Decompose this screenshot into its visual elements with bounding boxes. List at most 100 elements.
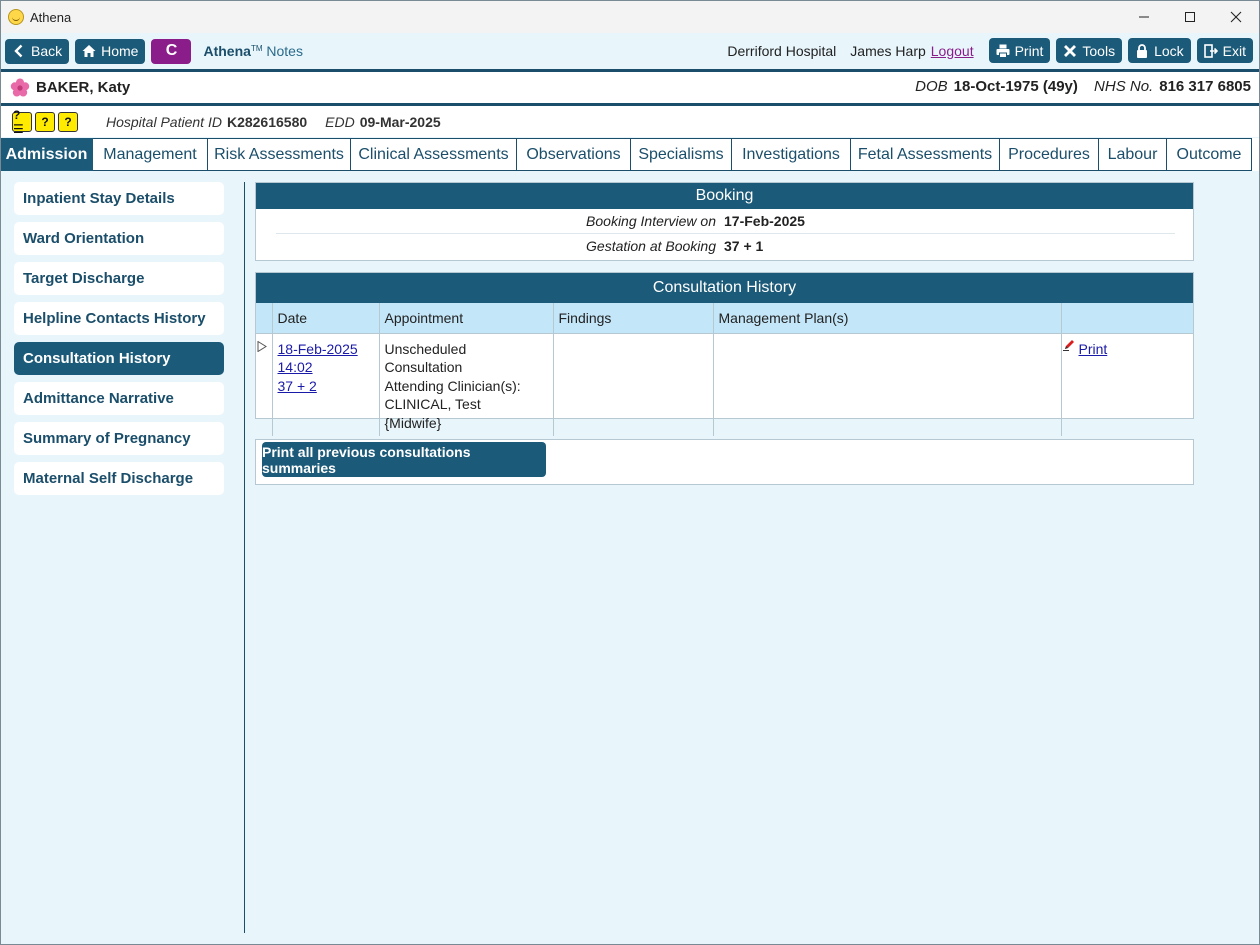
sidebar-item-target-discharge[interactable]: Target Discharge — [14, 262, 224, 295]
close-window-button[interactable] — [1213, 1, 1259, 33]
tab-procedures[interactable]: Procedures — [1000, 138, 1099, 171]
edd-label: EDD — [325, 113, 355, 130]
management-cell — [713, 332, 1062, 436]
findings-cell — [553, 332, 714, 436]
app-brand: AthenaTM Notes — [203, 43, 302, 59]
dob-value: 18-Oct-1975 (49y) — [953, 78, 1078, 95]
print-all-summaries-button[interactable]: Print all previous consultations summari… — [262, 442, 546, 477]
date-column-header: Date — [272, 303, 380, 333]
maximize-icon — [1185, 12, 1195, 22]
logout-link[interactable]: Logout — [931, 43, 974, 59]
appointment-column-header: Appointment — [379, 303, 554, 333]
sidebar-item-inpatient-stay-details[interactable]: Inpatient Stay Details — [14, 182, 224, 215]
sidebar-item-ward-orientation[interactable]: Ward Orientation — [14, 222, 224, 255]
nhs-value: 816 317 6805 — [1159, 78, 1251, 95]
title-bar: Athena — [1, 1, 1259, 33]
hospital-name: Derriford Hospital — [727, 42, 837, 59]
tab-admission[interactable]: Admission — [1, 138, 93, 171]
action-column-header — [1061, 303, 1193, 333]
consultation-header-row: Date Appointment Findings Management Pla… — [256, 303, 1193, 333]
consultation-gestation-link[interactable]: 37 + 2 — [278, 378, 317, 394]
alert-question-icon[interactable]: ? — [35, 111, 55, 132]
home-label: Home — [101, 43, 139, 59]
management-column-header: Management Plan(s) — [713, 303, 1062, 333]
flower-icon — [10, 78, 30, 96]
booking-interview-value: 17-Feb-2025 — [724, 213, 805, 229]
alert-list-icon[interactable]: ?☰ — [12, 108, 32, 136]
findings-column-header: Findings — [553, 303, 714, 333]
booking-gestation-value: 37 + 1 — [724, 238, 764, 254]
consultation-history-title: Consultation History — [256, 273, 1193, 303]
lock-icon — [1137, 43, 1148, 58]
print-consultation-link[interactable]: Print — [1079, 341, 1108, 357]
date-cell: 18-Feb-2025 14:02 37 + 2 — [257, 332, 380, 436]
close-icon — [1230, 11, 1242, 23]
action-cell: Print — [1061, 332, 1193, 436]
tab-labour[interactable]: Labour — [1099, 138, 1167, 171]
patient-banner: BAKER, Katy DOB 18-Oct-1975 (49y) NHS No.… — [1, 72, 1259, 103]
tab-fetal-assessments[interactable]: Fetal Assessments — [851, 138, 1000, 171]
maximize-button[interactable] — [1167, 1, 1213, 33]
booking-title: Booking — [256, 183, 1193, 209]
home-icon — [82, 45, 96, 57]
tab-specialisms[interactable]: Specialisms — [631, 138, 732, 171]
sidebar-item-summary-of-pregnancy[interactable]: Summary of Pregnancy — [14, 422, 224, 455]
nhs-label: NHS No. — [1094, 78, 1154, 95]
appointment-type: Unscheduled Consultation — [384, 340, 467, 376]
consultation-date-link[interactable]: 18-Feb-2025 — [278, 341, 358, 357]
top-toolbar: Back Home C AthenaTM Notes Derriford Hos… — [1, 33, 1259, 69]
printer-icon — [996, 44, 1010, 58]
chevron-left-icon — [14, 44, 23, 58]
print-label: Print — [1014, 42, 1044, 59]
user-name: James Harp — [850, 42, 926, 59]
sidebar-item-consultation-history[interactable]: Consultation History — [14, 342, 224, 375]
attending-clinician-name: CLINICAL, Test — [384, 396, 481, 412]
sidebar-item-helpline-contacts-history[interactable]: Helpline Contacts History — [14, 302, 224, 335]
attending-clinician-role: {Midwife} — [384, 414, 442, 431]
booking-gestation-row: Gestation at Booking 37 + 1 — [256, 234, 1193, 258]
appointment-cell: Unscheduled Consultation Attending Clini… — [379, 332, 554, 436]
tab-clinical-assessments[interactable]: Clinical Assessments — [351, 138, 517, 171]
brand-tm: TM — [250, 44, 263, 53]
hospital-id-value: K282616580 — [226, 113, 308, 130]
expand-triangle-icon[interactable] — [257, 340, 267, 352]
alert-icons: ?☰ ? ? — [12, 108, 78, 136]
sidebar-item-admittance-narrative[interactable]: Admittance Narrative — [14, 382, 224, 415]
sidebar: Inpatient Stay Details Ward Orientation … — [14, 182, 224, 502]
print-button[interactable]: Print — [988, 38, 1051, 63]
dob-label: DOB — [915, 78, 948, 95]
exit-icon — [1203, 43, 1218, 58]
brand-name: Athena — [203, 43, 251, 59]
consultation-table: Date Appointment Findings Management Pla… — [256, 303, 1193, 436]
minimize-button[interactable] — [1121, 1, 1167, 33]
tab-investigations[interactable]: Investigations — [732, 138, 851, 171]
exit-button[interactable]: Exit — [1196, 38, 1253, 63]
toolbar-right: Derriford Hospital James Harp Logout Pri… — [727, 38, 1253, 63]
window-controls — [1121, 1, 1259, 33]
tab-risk-assessments[interactable]: Risk Assessments — [208, 138, 351, 171]
patient-name: BAKER, Katy — [36, 79, 131, 96]
patient-id-bar: ?☰ ? ? Hospital Patient ID K282616580 ED… — [1, 106, 1259, 137]
edd-value: 09-Mar-2025 — [359, 113, 441, 130]
tab-management[interactable]: Management — [93, 138, 208, 171]
back-label: Back — [31, 43, 63, 59]
edit-pencil-icon[interactable] — [1062, 339, 1075, 351]
tools-button[interactable]: Tools — [1056, 38, 1123, 63]
booking-gestation-label: Gestation at Booking — [586, 238, 716, 254]
minimize-icon — [1139, 16, 1149, 18]
sidebar-item-maternal-self-discharge[interactable]: Maternal Self Discharge — [14, 462, 224, 495]
exit-label: Exit — [1222, 42, 1246, 59]
home-button[interactable]: Home — [75, 38, 146, 64]
table-row: 18-Feb-2025 14:02 37 + 2 Unscheduled Con… — [256, 332, 1193, 436]
alert-question-icon-2[interactable]: ? — [58, 111, 78, 132]
booking-interview-row: Booking Interview on 17-Feb-2025 — [256, 209, 1193, 233]
brand-module: Notes — [266, 43, 303, 59]
expand-column-header — [256, 303, 273, 333]
lock-button[interactable]: Lock — [1128, 38, 1191, 63]
back-button[interactable]: Back — [5, 38, 70, 64]
consultation-time-link[interactable]: 14:02 — [278, 359, 313, 375]
c-button[interactable]: C — [151, 38, 192, 64]
tab-observations[interactable]: Observations — [517, 138, 631, 171]
hospital-id-label: Hospital Patient ID — [106, 113, 222, 130]
tab-outcome[interactable]: Outcome — [1167, 138, 1252, 171]
